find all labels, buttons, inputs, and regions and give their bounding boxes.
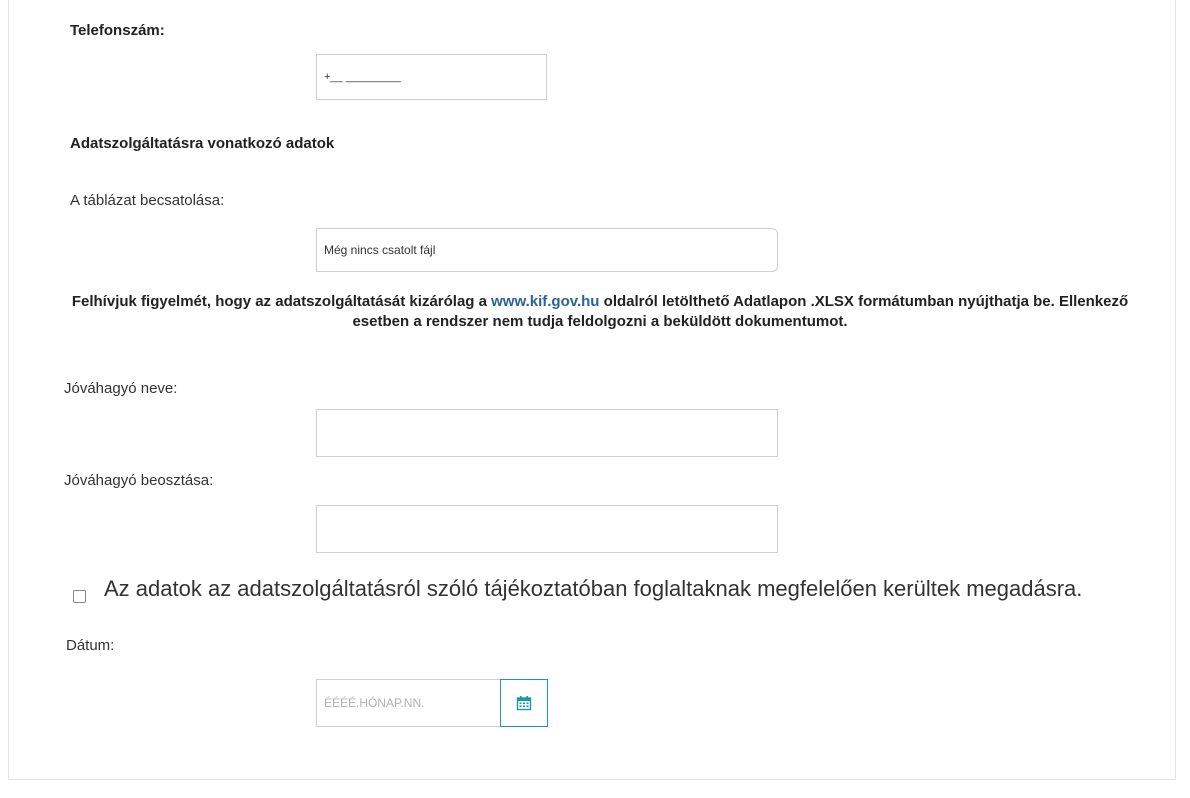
section-title: Adatszolgáltatásra vonatkozó adatok	[70, 135, 335, 152]
consent-checkbox[interactable]	[73, 590, 86, 603]
notice-text: Felhívjuk figyelmét, hogy az adatszolgál…	[60, 292, 1140, 332]
calendar-icon	[516, 696, 532, 711]
attachment-label: A táblázat becsatolása:	[70, 192, 225, 209]
form-panel	[8, 0, 1176, 780]
approver-name-input[interactable]	[316, 409, 778, 457]
phone-label: Telefonszám:	[70, 22, 165, 39]
approver-position-label: Jóváhagyó beosztása:	[64, 472, 214, 489]
phone-input-value: +__ _________	[324, 71, 401, 83]
attachment-status: Még nincs csatolt fájl	[324, 243, 436, 257]
file-attachment-input[interactable]: Még nincs csatolt fájl	[316, 228, 778, 272]
approver-name-label: Jóváhagyó neve:	[64, 380, 178, 397]
date-label: Dátum:	[66, 637, 115, 654]
consent-label: Az adatok az adatszolgáltatásról szóló t…	[104, 576, 1083, 601]
kif-website-link[interactable]: www.kif.gov.hu	[491, 293, 599, 310]
date-input[interactable]: ÉÉÉÉ.HÓNAP.NN.	[316, 679, 501, 727]
phone-input[interactable]: +__ _________	[316, 54, 547, 100]
calendar-button[interactable]	[500, 679, 548, 727]
notice-text-before: Felhívjuk figyelmét, hogy az adatszolgál…	[71, 293, 492, 310]
approver-position-input[interactable]	[316, 505, 778, 553]
date-placeholder: ÉÉÉÉ.HÓNAP.NN.	[324, 696, 425, 710]
